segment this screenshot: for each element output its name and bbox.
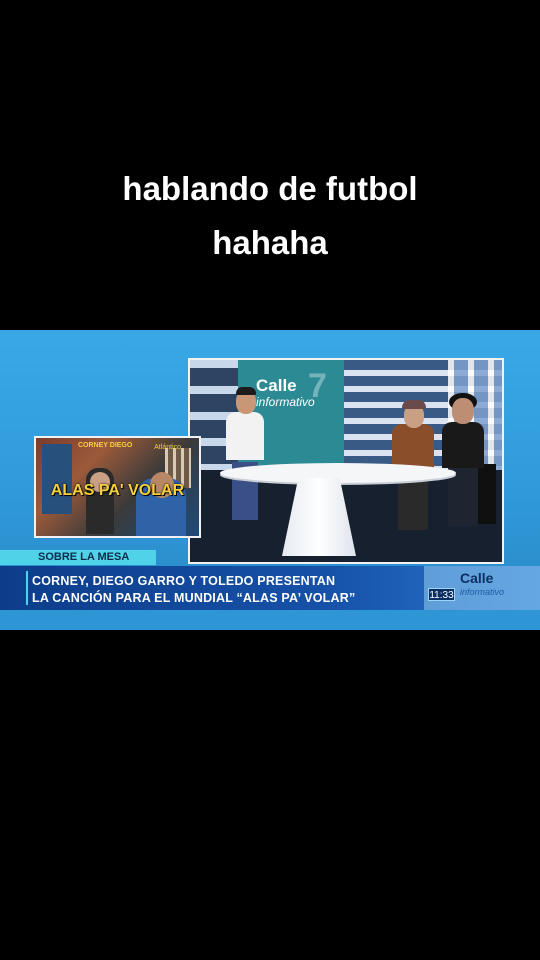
inset-door (42, 444, 72, 514)
inset-person-1 (86, 468, 114, 534)
studio-logo-sub: informativo (256, 395, 315, 409)
headline-line-2: LA CANCIÓN PARA EL MUNDIAL “ALAS PA’ VOL… (32, 591, 356, 605)
headline-line-1: CORNEY, DIEGO GARRO Y TOLEDO PRESENTAN (32, 574, 336, 588)
segment-label: SOBRE LA MESA (0, 550, 156, 565)
video-frame[interactable]: 7 Calle informativo CORNEY DIEGO Atlánti… (0, 330, 540, 630)
caption-line-2: hahaha (212, 224, 328, 261)
brand-logo: Calle (460, 570, 494, 586)
lower-third-accent (26, 571, 28, 605)
video-caption: hablando de futbol hahaha (0, 162, 540, 270)
lower-third: CORNEY, DIEGO GARRO Y TOLEDO PRESENTAN L… (0, 566, 540, 610)
studio-shot: 7 Calle informativo (188, 358, 504, 564)
music-video-inset: CORNEY DIEGO Atlántico ALAS PA' VOLAR (34, 436, 201, 538)
studio-logo-name: Calle (256, 376, 297, 395)
studio-logo-number: 7 (308, 367, 327, 405)
inset-tag-left: CORNEY DIEGO (78, 442, 133, 449)
broadcast-clock: 11:33 (428, 588, 455, 601)
inset-tag-right: Atlántico (154, 444, 181, 451)
lower-strip (0, 610, 540, 630)
caption-line-1: hablando de futbol (122, 170, 418, 207)
studio-logo: 7 Calle informativo (256, 369, 327, 410)
inset-title: ALAS PA' VOLAR (50, 482, 185, 499)
brand-sub: informativo (460, 587, 505, 597)
